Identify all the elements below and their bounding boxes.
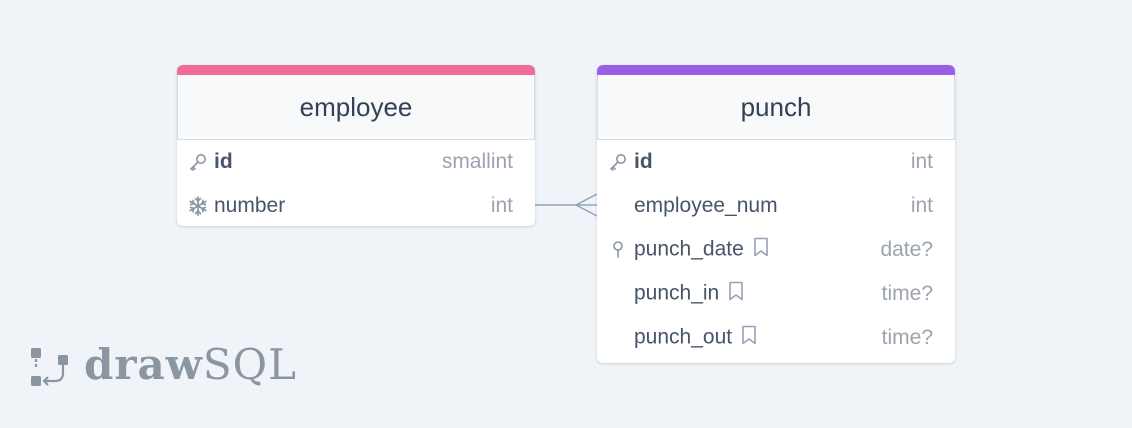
column-type: date?	[880, 238, 933, 261]
bookmark-icon[interactable]	[740, 324, 758, 352]
column-name: punch_in	[634, 281, 720, 305]
drawsql-logo: draw SQL	[30, 340, 297, 389]
column-row-punch-out[interactable]: punch_out time?	[597, 316, 955, 360]
column-row-punch-in[interactable]: punch_in time?	[597, 272, 955, 316]
crowfoot-upper	[575, 193, 598, 206]
crowfoot-lower	[575, 204, 598, 217]
column-row-id[interactable]: id int	[597, 140, 955, 184]
logo-draw-text: draw	[84, 340, 203, 389]
bookmark-icon[interactable]	[752, 236, 770, 264]
column-type: int	[490, 194, 513, 217]
column-row-employee-num[interactable]: employee_num int	[597, 184, 955, 228]
table-accent-bar	[597, 65, 955, 75]
table-employee[interactable]: employee id smallint number int	[177, 65, 535, 226]
drawsql-logo-mark-icon	[31, 347, 68, 386]
table-title[interactable]: punch	[597, 75, 955, 140]
index-pin-icon	[607, 228, 629, 272]
column-name: id	[214, 150, 233, 173]
column-name: punch_out	[634, 325, 733, 349]
column-name-with-note: punch_in	[634, 280, 745, 308]
column-row-number[interactable]: number int	[177, 184, 535, 226]
column-name: employee_num	[634, 194, 778, 217]
table-title[interactable]: employee	[177, 75, 535, 140]
table-punch[interactable]: punch id int employee_num int punch_date…	[597, 65, 955, 363]
column-type: time?	[881, 282, 933, 305]
snowflake-icon	[187, 184, 209, 226]
column-row-punch-date[interactable]: punch_date date?	[597, 228, 955, 272]
column-name: number	[214, 194, 286, 217]
column-name: punch_date	[634, 237, 744, 261]
drawsql-wordmark: draw SQL	[84, 340, 297, 389]
bookmark-icon[interactable]	[727, 280, 745, 308]
logo-sql-text: SQL	[202, 340, 297, 389]
table-accent-bar	[177, 65, 535, 75]
column-row-id[interactable]: id smallint	[177, 140, 535, 184]
key-icon	[607, 140, 629, 184]
column-type: int	[910, 194, 933, 217]
column-type: int	[910, 150, 933, 173]
diagram-canvas[interactable]: employee id smallint number int punch id…	[0, 0, 1132, 428]
column-type: smallint	[441, 150, 513, 173]
column-name-with-note: punch_out	[634, 324, 758, 352]
key-icon	[187, 140, 209, 184]
column-name: id	[634, 150, 653, 173]
column-name-with-note: punch_date	[634, 236, 770, 264]
column-type: time?	[881, 326, 933, 349]
